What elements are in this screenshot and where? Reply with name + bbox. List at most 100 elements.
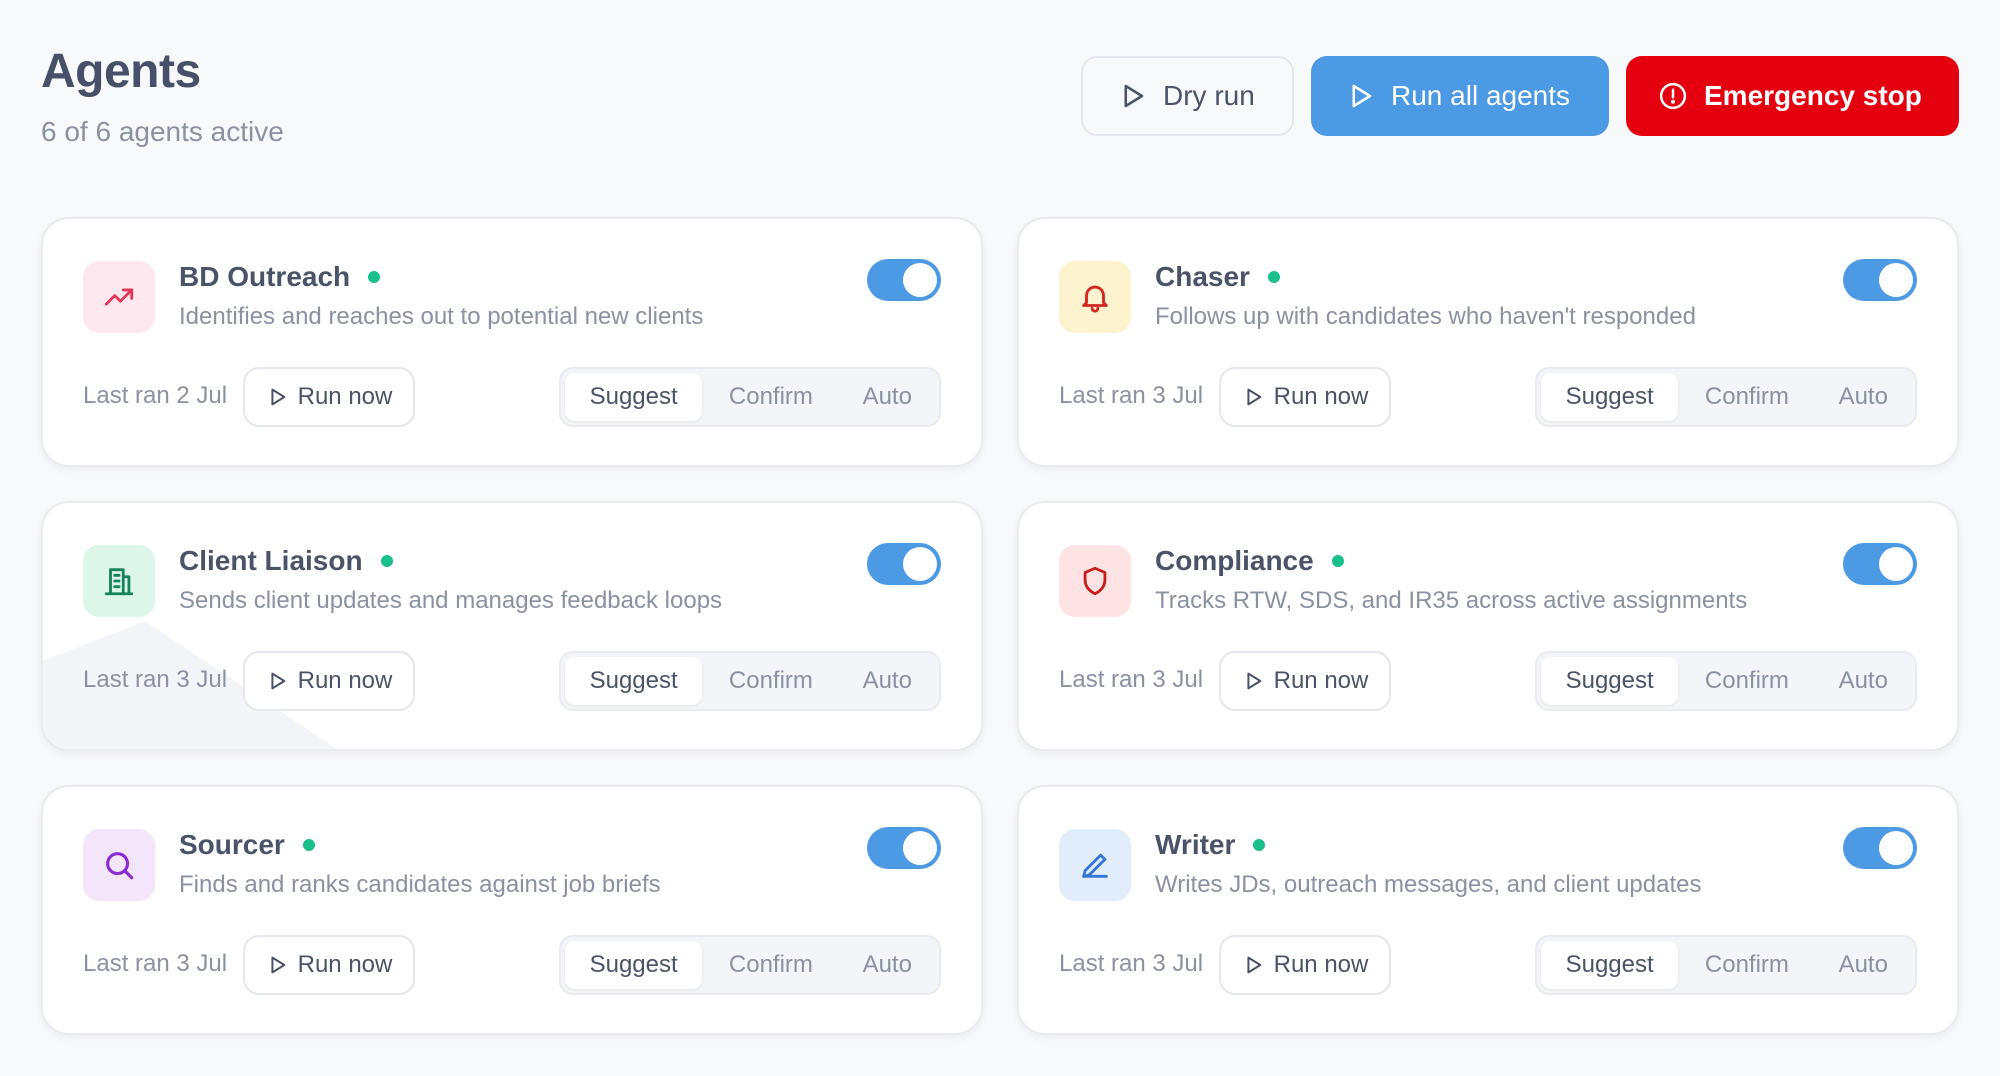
agent-name-row: Writer	[1155, 829, 1266, 861]
last-ran-text: Last ran 3 Jul	[1059, 666, 1204, 693]
active-status-dot	[1253, 839, 1266, 851]
play-icon	[1247, 672, 1261, 690]
agent-name: Compliance	[1155, 545, 1314, 576]
run-now-label: Run now	[297, 951, 393, 978]
mode-selector: Suggest Confirm Auto	[1535, 651, 1917, 711]
active-status-dot	[1267, 271, 1280, 283]
mode-option-suggest[interactable]: Suggest	[565, 657, 703, 705]
mode-option-suggest[interactable]: Suggest	[1541, 373, 1679, 421]
run-now-label: Run now	[1273, 667, 1369, 694]
mode-option-auto[interactable]: Auto	[1816, 373, 1911, 421]
mode-option-confirm[interactable]: Confirm	[1678, 941, 1815, 989]
mode-option-suggest[interactable]: Suggest	[1541, 657, 1679, 705]
agent-description: Sends client updates and manages feedbac…	[179, 587, 723, 614]
run-now-label: Run now	[1273, 383, 1369, 410]
agent-description: Follows up with candidates who haven't r…	[1155, 303, 1696, 330]
bell-icon	[1082, 285, 1108, 313]
mode-option-suggest[interactable]: Suggest	[565, 941, 703, 989]
active-status-dot	[1331, 555, 1344, 567]
mode-option-auto[interactable]: Auto	[1816, 657, 1911, 705]
mode-option-auto[interactable]: Auto	[840, 941, 935, 989]
mode-option-auto[interactable]: Auto	[840, 657, 935, 705]
toggle-knob	[903, 547, 937, 581]
run-now-button[interactable]: Run now	[243, 935, 415, 995]
agent-name: BD Outreach	[179, 261, 351, 292]
agent-grid: BD Outreach Identifies and reaches out t…	[41, 217, 1959, 1035]
agent-card: BD Outreach Identifies and reaches out t…	[41, 217, 983, 467]
mode-option-confirm[interactable]: Confirm	[702, 941, 839, 989]
run-now-button[interactable]: Run now	[1219, 651, 1391, 711]
run-now-label: Run now	[297, 383, 393, 410]
agent-name-row: BD Outreach	[179, 261, 381, 293]
run-all-agents-label: Run all agents	[1391, 80, 1571, 111]
mode-selector: Suggest Confirm Auto	[1535, 367, 1917, 427]
pen-icon	[1082, 853, 1108, 878]
emergency-stop-button[interactable]: Emergency stop	[1626, 56, 1959, 136]
mode-option-confirm[interactable]: Confirm	[1678, 657, 1815, 705]
run-now-button[interactable]: Run now	[1219, 935, 1391, 995]
agent-description: Writes JDs, outreach messages, and clien…	[1155, 871, 1702, 898]
agent-icon-tile	[83, 829, 155, 901]
active-status-dot	[368, 271, 381, 283]
agent-enabled-toggle[interactable]	[1843, 259, 1917, 301]
last-ran-text: Last ran 3 Jul	[83, 666, 228, 693]
active-status-dot	[380, 555, 393, 567]
run-now-button[interactable]: Run now	[243, 651, 415, 711]
emergency-stop-label: Emergency stop	[1704, 80, 1922, 111]
dry-run-label: Dry run	[1163, 80, 1255, 111]
run-now-label: Run now	[297, 667, 393, 694]
agent-card: Writer Writes JDs, outreach messages, an…	[1017, 785, 1959, 1035]
agent-enabled-toggle[interactable]	[867, 259, 941, 301]
agent-name: Writer	[1155, 829, 1236, 860]
agent-enabled-toggle[interactable]	[1843, 543, 1917, 585]
play-icon	[271, 672, 285, 690]
mode-selector: Suggest Confirm Auto	[559, 651, 941, 711]
run-all-agents-button[interactable]: Run all agents	[1311, 56, 1609, 136]
mode-option-auto[interactable]: Auto	[840, 373, 935, 421]
play-icon	[271, 388, 285, 406]
agent-name: Sourcer	[179, 829, 285, 860]
agent-icon-tile	[1059, 261, 1131, 333]
toggle-knob	[903, 263, 937, 297]
agent-description: Tracks RTW, SDS, and IR35 across active …	[1155, 587, 1748, 614]
run-now-label: Run now	[1273, 951, 1369, 978]
last-ran-text: Last ran 3 Jul	[1059, 382, 1204, 409]
agents-active-count: 6 of 6 agents active	[41, 116, 284, 147]
play-icon	[271, 956, 285, 974]
mode-option-auto[interactable]: Auto	[1816, 941, 1911, 989]
agent-name-row: Sourcer	[179, 829, 315, 861]
agent-name-row: Client Liaison	[179, 545, 393, 577]
shield-icon	[1083, 566, 1107, 596]
agent-description: Finds and ranks candidates against job b…	[179, 871, 661, 898]
mode-option-confirm[interactable]: Confirm	[702, 657, 839, 705]
agent-card: Chaser Follows up with candidates who ha…	[1017, 217, 1959, 467]
agent-enabled-toggle[interactable]	[1843, 827, 1917, 869]
page-header: Agents 6 of 6 agents active Dry run Run …	[41, 40, 1959, 160]
agent-icon-tile	[1059, 829, 1131, 901]
mode-option-suggest[interactable]: Suggest	[565, 373, 703, 421]
mode-option-suggest[interactable]: Suggest	[1541, 941, 1679, 989]
run-now-button[interactable]: Run now	[243, 367, 415, 427]
agent-enabled-toggle[interactable]	[867, 543, 941, 585]
play-icon	[1124, 84, 1144, 108]
agent-card: Sourcer Finds and ranks candidates again…	[41, 785, 983, 1035]
mode-option-confirm[interactable]: Confirm	[702, 373, 839, 421]
mode-selector: Suggest Confirm Auto	[559, 935, 941, 995]
agent-name-row: Compliance	[1155, 545, 1344, 577]
play-icon	[1247, 388, 1261, 406]
toggle-knob	[1879, 263, 1913, 297]
agent-enabled-toggle[interactable]	[867, 827, 941, 869]
agent-description: Identifies and reaches out to potential …	[179, 303, 704, 330]
agent-icon-tile	[1059, 545, 1131, 617]
last-ran-text: Last ran 3 Jul	[83, 950, 228, 977]
dry-run-button[interactable]: Dry run	[1081, 56, 1294, 136]
alert-circle-icon	[1659, 82, 1687, 110]
agent-name-row: Chaser	[1155, 261, 1280, 293]
run-now-button[interactable]: Run now	[1219, 367, 1391, 427]
last-ran-text: Last ran 3 Jul	[1059, 950, 1204, 977]
agent-icon-tile	[83, 261, 155, 333]
toggle-knob	[1879, 547, 1913, 581]
mode-option-confirm[interactable]: Confirm	[1678, 373, 1815, 421]
play-icon	[1247, 956, 1261, 974]
agent-card: Compliance Tracks RTW, SDS, and IR35 acr…	[1017, 501, 1959, 751]
